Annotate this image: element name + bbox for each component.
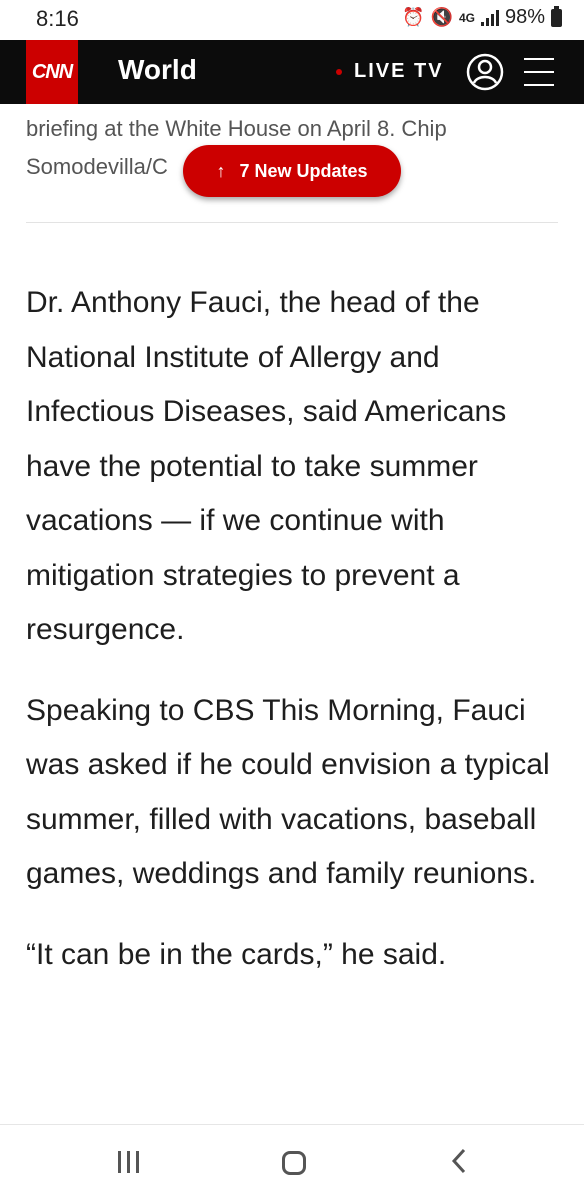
cnn-logo[interactable]: CNN [26,40,78,104]
account-icon[interactable] [465,52,505,92]
article-body: Dr. Anthony Fauci, the head of the Natio… [26,276,566,1008]
status-icons: ⏰ 🔇 4G 98% [402,5,562,29]
hamburger-menu-icon[interactable] [524,58,554,86]
mute-icon: 🔇 [430,7,453,27]
live-dot-icon [336,68,342,75]
home-icon[interactable] [282,1151,306,1175]
status-bar: 8:16 ⏰ 🔇 4G 98% [0,0,584,40]
article-paragraph: “It can be in the cards,” he said. [26,937,447,971]
logo-text: CNN [31,60,73,83]
site-header: CNN World LIVE TV [0,40,584,104]
new-updates-label: 7 New Updates [239,160,368,181]
signal-icon [480,9,499,26]
article-paragraph: Speaking to CBS This Morning, Fauci was … [26,693,550,891]
article-paragraph: Dr. Anthony Fauci, the head of the Natio… [26,286,507,646]
system-nav-bar [0,1124,584,1200]
battery-percent: 98% [504,6,545,28]
arrow-up-icon: ↑ [216,160,226,181]
live-tv-label: LIVE TV [354,60,444,82]
live-tv-button[interactable]: LIVE TV [336,60,444,83]
alarm-icon: ⏰ [402,7,425,27]
status-time: 8:16 [36,6,79,31]
recents-icon[interactable] [118,1151,139,1173]
back-icon[interactable] [448,1147,472,1175]
network-label: 4G [458,10,475,25]
new-updates-button[interactable]: ↑ 7 New Updates [183,145,401,197]
divider [26,222,558,223]
section-title[interactable]: World [118,54,197,86]
caption-line-1: briefing at the White House on April 8. … [26,116,447,141]
battery-icon [551,5,562,27]
